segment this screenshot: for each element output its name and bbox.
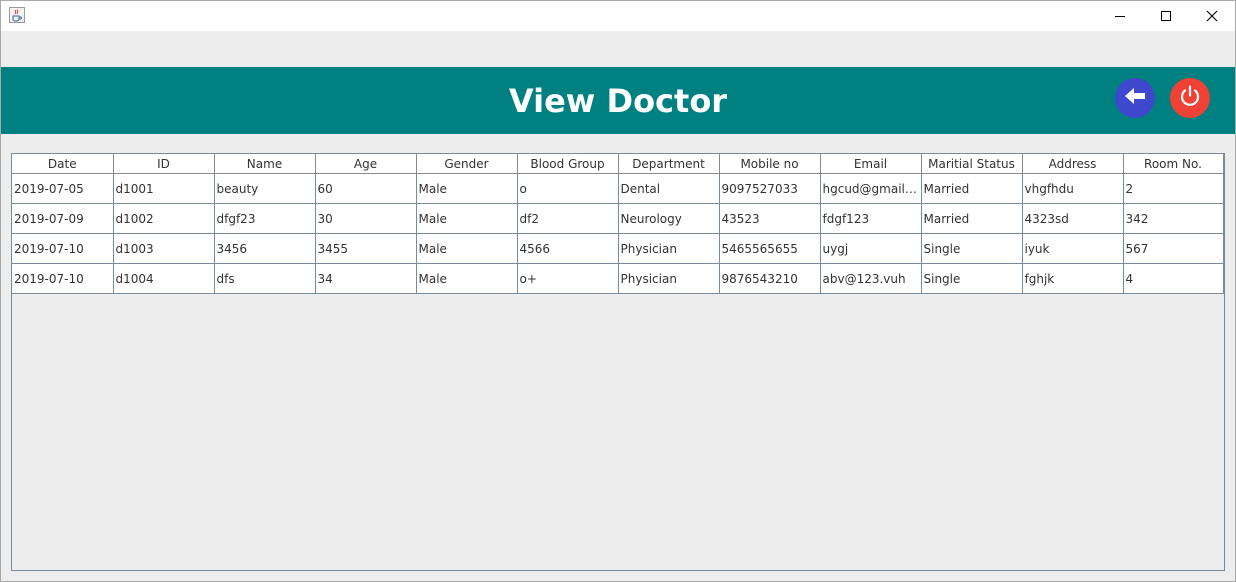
table-cell[interactable]: d1003: [113, 233, 215, 264]
table-cell[interactable]: 3455: [315, 233, 417, 264]
back-button[interactable]: [1115, 78, 1155, 118]
arrow-left-icon: [1123, 86, 1147, 110]
application-window: View Doctor Date ID Name Age Gender Bloo…: [0, 0, 1236, 582]
table-cell[interactable]: o+: [517, 263, 619, 294]
doctor-table: Date ID Name Age Gender Blood Group Department…: [12, 154, 1224, 294]
table-cell[interactable]: beauty: [214, 173, 316, 204]
power-icon: [1177, 83, 1203, 113]
table-cell[interactable]: dfgf23: [214, 203, 316, 234]
table-cell[interactable]: vhgfhdu: [1022, 173, 1124, 204]
table-cell[interactable]: 4: [1123, 263, 1224, 294]
table-cell[interactable]: 2019-07-05: [12, 173, 114, 204]
table-cell[interactable]: Male: [416, 173, 518, 204]
table-cell[interactable]: 60: [315, 173, 417, 204]
close-icon: [1206, 10, 1218, 22]
table-cell[interactable]: 3456: [214, 233, 316, 264]
table-cell[interactable]: iyuk: [1022, 233, 1124, 264]
title-bar[interactable]: [1, 1, 1235, 31]
doctor-table-panel[interactable]: Date ID Name Age Gender Blood Group Department…: [11, 153, 1225, 571]
table-cell[interactable]: Married: [921, 173, 1023, 204]
table-cell[interactable]: Dental: [618, 173, 720, 204]
column-header[interactable]: Age: [315, 154, 417, 174]
table-header: Date ID Name Age Gender Blood Group Department…: [12, 154, 1224, 174]
column-header[interactable]: Mobile no: [719, 154, 821, 174]
table-cell[interactable]: Neurology: [618, 203, 720, 234]
table-cell[interactable]: 34: [315, 263, 417, 294]
table-cell[interactable]: d1001: [113, 173, 215, 204]
table-cell[interactable]: Married: [921, 203, 1023, 234]
table-cell[interactable]: Physician: [618, 233, 720, 264]
table-cell[interactable]: fdgf123: [820, 203, 922, 234]
table-cell[interactable]: d1002: [113, 203, 215, 234]
table-cell[interactable]: 567: [1123, 233, 1224, 264]
table-cell[interactable]: Male: [416, 203, 518, 234]
power-button[interactable]: [1170, 78, 1210, 118]
table-cell[interactable]: df2: [517, 203, 619, 234]
table-cell[interactable]: Physician: [618, 263, 720, 294]
table-cell[interactable]: 43523: [719, 203, 821, 234]
page-title: View Doctor: [508, 81, 728, 120]
table-cell[interactable]: 2: [1123, 173, 1224, 204]
column-header[interactable]: Gender: [416, 154, 518, 174]
table-cell[interactable]: 2019-07-10: [12, 263, 114, 294]
table-cell[interactable]: 9097527033: [719, 173, 821, 204]
table-cell[interactable]: 9876543210: [719, 263, 821, 294]
maximize-button[interactable]: [1143, 1, 1189, 31]
table-cell[interactable]: 30: [315, 203, 417, 234]
column-header[interactable]: Department: [618, 154, 720, 174]
close-button[interactable]: [1189, 1, 1235, 31]
column-header[interactable]: Email: [820, 154, 922, 174]
table-cell[interactable]: 4323sd: [1022, 203, 1124, 234]
table-row[interactable]: 2019-07-10 d1003 3456 3455 Male 4566 Physician…: [12, 233, 1224, 264]
table-cell[interactable]: d1004: [113, 263, 215, 294]
header-band: View Doctor: [1, 67, 1235, 134]
table-cell[interactable]: dfs: [214, 263, 316, 294]
column-header[interactable]: ID: [113, 154, 215, 174]
table-cell[interactable]: hgcud@gmail.c...: [820, 173, 922, 204]
table-row[interactable]: 2019-07-09 d1002 dfgf23 30 Male df2 Neurology 4…: [12, 203, 1224, 234]
table-cell[interactable]: abv@123.vuh: [820, 263, 922, 294]
table-cell[interactable]: Single: [921, 263, 1023, 294]
table-cell[interactable]: uygj: [820, 233, 922, 264]
column-header[interactable]: Address: [1022, 154, 1124, 174]
table-body: 2019-07-05 d1001 beauty 60 Male o Dental 909752…: [12, 173, 1224, 294]
column-header[interactable]: Room No.: [1123, 154, 1224, 174]
column-header[interactable]: Name: [214, 154, 316, 174]
table-row[interactable]: 2019-07-10 d1004 dfs 34 Male o+ Physician 98765…: [12, 263, 1224, 294]
table-cell[interactable]: 4566: [517, 233, 619, 264]
table-cell[interactable]: Single: [921, 233, 1023, 264]
java-coffee-cup-icon: [9, 7, 25, 23]
table-cell[interactable]: o: [517, 173, 619, 204]
table-header-row: Date ID Name Age Gender Blood Group Department…: [12, 154, 1224, 174]
maximize-icon: [1160, 10, 1172, 22]
column-header[interactable]: Maritial Status: [921, 154, 1023, 174]
table-cell[interactable]: 2019-07-10: [12, 233, 114, 264]
table-cell[interactable]: 342: [1123, 203, 1224, 234]
table-cell[interactable]: fghjk: [1022, 263, 1124, 294]
minimize-icon: [1114, 10, 1126, 22]
table-row[interactable]: 2019-07-05 d1001 beauty 60 Male o Dental 909752…: [12, 173, 1224, 204]
table-cell[interactable]: 2019-07-09: [12, 203, 114, 234]
table-cell[interactable]: Male: [416, 263, 518, 294]
minimize-button[interactable]: [1097, 1, 1143, 31]
table-cell[interactable]: Male: [416, 233, 518, 264]
column-header[interactable]: Blood Group: [517, 154, 619, 174]
table-cell[interactable]: 5465565655: [719, 233, 821, 264]
column-header[interactable]: Date: [12, 154, 114, 174]
